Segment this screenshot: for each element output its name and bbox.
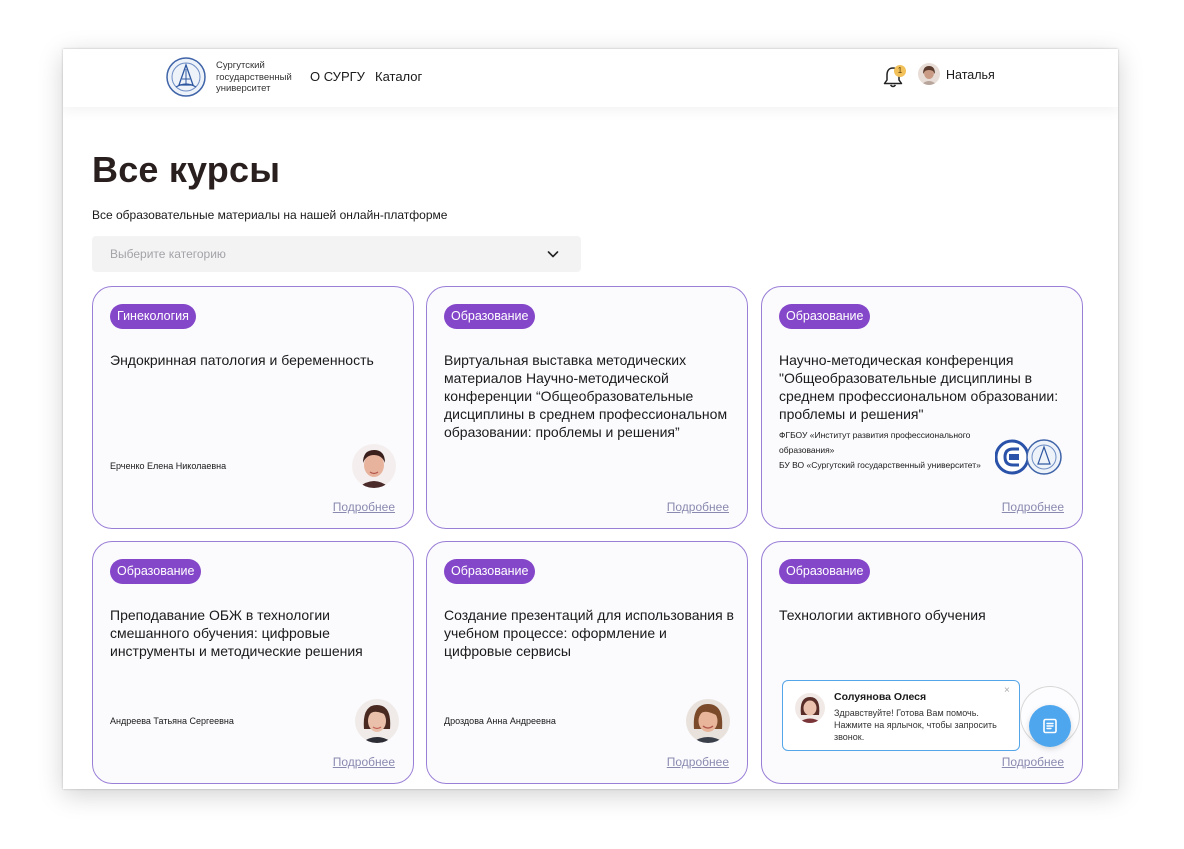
course-title[interactable]: Эндокринная патология и беременность [110, 351, 402, 369]
nav-catalog[interactable]: Каталог [375, 69, 422, 84]
category-badge: Образование [444, 559, 536, 584]
author-photo [686, 699, 730, 743]
chat-message: Здравствуйте! Готова Вам помочь. Нажмите… [834, 708, 997, 742]
author-photo [352, 444, 396, 488]
course-card[interactable]: Образование Виртуальная выставка методич… [426, 286, 748, 529]
page-subtitle: Все образовательные материалы на нашей о… [92, 208, 448, 222]
university-name-line-3: университет [216, 83, 271, 94]
organizers: ФГБОУ «Институт развития профессионально… [779, 428, 1004, 473]
nav-about[interactable]: О СУРГУ [310, 69, 365, 84]
chat-button[interactable] [1029, 705, 1071, 747]
course-card[interactable]: Образование Преподавание ОБЖ в технологи… [92, 541, 414, 784]
close-icon[interactable]: × [1004, 685, 1010, 696]
organizer-line: ФГБОУ «Институт развития профессионально… [779, 430, 971, 455]
chat-icon [1043, 718, 1057, 734]
more-link[interactable]: Подробнее [667, 755, 729, 769]
organizer-logos-icon [995, 439, 1062, 475]
university-logo-icon[interactable] [166, 57, 206, 97]
category-badge: Образование [779, 559, 871, 584]
course-author: Андреева Татьяна Сергеевна [110, 716, 234, 726]
more-link[interactable]: Подробнее [1002, 755, 1064, 769]
notification-count-badge: 1 [894, 65, 906, 77]
course-card[interactable]: Гинекология Эндокринная патология и бере… [92, 286, 414, 529]
site-header: Сургутский государственный университет О… [63, 49, 1118, 107]
category-select[interactable]: Выберите категорию [92, 236, 581, 272]
course-author: Дроздова Анна Андреевна [444, 716, 556, 726]
university-name-line-1: Сургутский [216, 60, 265, 71]
university-name-line-2: государственный [216, 71, 292, 83]
category-badge: Образование [444, 304, 536, 329]
category-badge: Гинекология [110, 304, 196, 329]
chat-operator-name: Солуянова Олеся [834, 691, 927, 703]
course-author: Ерченко Елена Николаевна [110, 461, 227, 471]
more-link[interactable]: Подробнее [333, 755, 395, 769]
course-title[interactable]: Преподавание ОБЖ в технологии смешанного… [110, 606, 402, 660]
category-badge: Образование [779, 304, 871, 329]
organizer-line: БУ ВО «Сургутский государственный универ… [779, 460, 981, 470]
course-title[interactable]: Создание презентаций для использования в… [444, 606, 736, 660]
more-link[interactable]: Подробнее [1002, 500, 1064, 514]
course-card[interactable]: Образование Научно-методическая конферен… [761, 286, 1083, 529]
course-card[interactable]: Образование Создание презентаций для исп… [426, 541, 748, 784]
user-avatar[interactable] [918, 63, 940, 85]
chat-operator-avatar [795, 693, 825, 723]
more-link[interactable]: Подробнее [333, 500, 395, 514]
category-badge: Образование [110, 559, 202, 584]
author-photo [355, 699, 399, 743]
course-title[interactable]: Научно-методическая конференция "Общеобр… [779, 351, 1071, 423]
course-title[interactable]: Технологии активного обучения [779, 606, 1071, 624]
page-title: Все курсы [92, 149, 281, 190]
university-name: Сургутский государственный университет [216, 60, 292, 95]
browser-window: Сургутский государственный университет О… [63, 49, 1118, 789]
user-name[interactable]: Наталья [946, 68, 995, 82]
chevron-down-icon [547, 251, 559, 258]
chat-popup[interactable]: Солуянова Олеся Здравствуйте! Готова Вам… [782, 680, 1020, 751]
more-link[interactable]: Подробнее [667, 500, 729, 514]
course-title[interactable]: Виртуальная выставка методических матери… [444, 351, 736, 441]
category-select-placeholder: Выберите категорию [110, 247, 226, 261]
